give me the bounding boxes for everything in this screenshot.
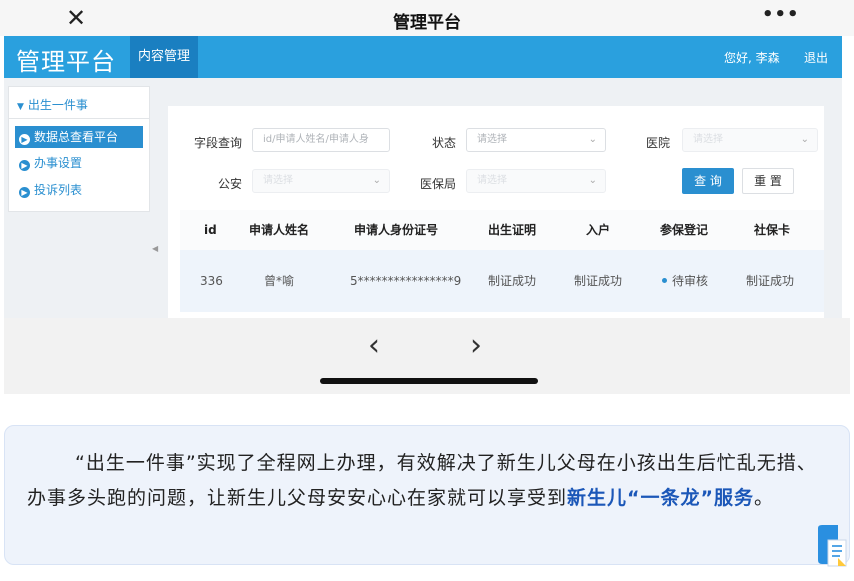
field-query-label: 字段查询 [194, 136, 243, 150]
arrow-circle-icon: ▶ [19, 160, 30, 171]
home-indicator[interactable] [320, 378, 538, 384]
sidebar: ▼ 出生一件事 ▶ 数据总查看平台 ▶ 办事设置 ▶ 投诉列表 [8, 86, 150, 212]
cell-id: 336 [200, 274, 223, 288]
more-options-icon[interactable]: ••• [762, 4, 800, 25]
sidebar-item-data-overview[interactable]: ▶ 数据总查看平台 [15, 126, 143, 148]
main-panel: 字段查询 id/申请人姓名/申请人身 状态 请选择 ⌄ 医院 请选择 ⌄ 公安 请选… [168, 106, 824, 318]
bottom-nav-bar: ‹ › [4, 318, 850, 394]
logout-link[interactable]: 退出 [804, 49, 828, 66]
arrow-circle-icon: ▶ [19, 134, 30, 145]
chevron-down-icon: ⌄ [588, 134, 597, 145]
chevron-down-icon: ▼ [17, 102, 24, 112]
field-query-input[interactable]: id/申请人姓名/申请人身 [252, 128, 390, 152]
status-dot-icon [662, 278, 667, 283]
medical-label: 医保局 [420, 177, 457, 191]
status-select-value: 请选择 [477, 134, 507, 145]
status-label: 状态 [432, 136, 457, 150]
chevron-down-icon: ⌄ [800, 134, 809, 145]
app-header: 管理平台 内容管理 您好, 李森 退出 [4, 36, 842, 78]
column-header: 申请人姓名 [249, 223, 310, 237]
cell-household: 制证成功 [574, 274, 623, 288]
cell-social-card: 制证成功 [746, 274, 795, 288]
window-titlebar: ✕ 管理平台 ••• [0, 0, 854, 36]
hospital-select[interactable]: 请选择 ⌄ [682, 128, 818, 152]
tab-content-management[interactable]: 内容管理 [130, 36, 198, 78]
hospital-select-value: 请选择 [693, 134, 723, 145]
chevron-down-icon: ⌄ [588, 175, 597, 186]
police-select-value: 请选择 [263, 175, 293, 186]
medical-select-value: 请选择 [477, 175, 507, 186]
column-header: 参保登记 [660, 223, 709, 237]
caption-highlight: 新生儿“一条龙”服务 [567, 487, 754, 509]
query-button[interactable]: 查 询 [682, 168, 734, 194]
reset-button[interactable]: 重 置 [742, 168, 794, 194]
document-icon [818, 525, 847, 567]
chevron-left-icon[interactable]: ‹ [368, 328, 380, 363]
user-greeting: 您好, 李森 [724, 51, 780, 65]
status-badge: 待审核 [672, 274, 709, 288]
window-title: 管理平台 [393, 13, 461, 33]
cell-id-number: 5****************9 [350, 274, 462, 288]
cell-insurance: 待审核 [662, 250, 708, 312]
caption-box: “出生一件事”实现了全程网上办理，有效解决了新生儿父母在小孩出生后忙乱无措、办事… [4, 425, 850, 565]
column-header: 社保卡 [754, 223, 791, 237]
sidebar-divider [9, 118, 149, 119]
chevron-down-icon: ⌄ [372, 175, 381, 186]
column-header: 出生证明 [488, 223, 537, 237]
table-row[interactable]: 336 曾*喻 5****************9 制证成功 制证成功 待审核… [180, 250, 824, 312]
column-header: id [204, 223, 217, 237]
status-select[interactable]: 请选择 ⌄ [466, 128, 606, 152]
medical-select[interactable]: 请选择 ⌄ [466, 169, 606, 193]
cell-name: 曾*喻 [264, 274, 295, 288]
caption-text: “出生一件事”实现了全程网上办理，有效解决了新生儿父母在小孩出生后忙乱无措、办事… [27, 446, 827, 516]
column-header: 入户 [586, 223, 611, 237]
sidebar-group-label: 出生一件事 [27, 98, 88, 112]
column-header: 申请人身份证号 [354, 223, 439, 237]
sidebar-item-service-settings[interactable]: ▶ 办事设置 [17, 152, 82, 174]
content-area: ▼ 出生一件事 ▶ 数据总查看平台 ▶ 办事设置 ▶ 投诉列表 ◀ 字段查询 id/申请… [4, 78, 842, 318]
brand-title: 管理平台 [16, 48, 116, 76]
sidebar-item-complaints[interactable]: ▶ 投诉列表 [17, 179, 82, 201]
caption-end: 。 [754, 487, 775, 509]
sidebar-group-birth[interactable]: ▼ 出生一件事 [17, 96, 88, 113]
chevron-right-icon[interactable]: › [470, 328, 482, 363]
sidebar-item-label: 投诉列表 [34, 183, 83, 197]
cell-birth-cert: 制证成功 [488, 274, 537, 288]
hospital-label: 医院 [646, 136, 671, 150]
sidebar-collapse-icon[interactable]: ◀ [152, 244, 158, 253]
police-label: 公安 [218, 177, 243, 191]
sidebar-item-label: 办事设置 [34, 156, 83, 170]
police-select[interactable]: 请选择 ⌄ [252, 169, 390, 193]
sidebar-item-label: 数据总查看平台 [34, 130, 119, 144]
arrow-circle-icon: ▶ [19, 187, 30, 198]
table-header: id 申请人姓名 申请人身份证号 出生证明 入户 参保登记 社保卡 [180, 210, 824, 250]
